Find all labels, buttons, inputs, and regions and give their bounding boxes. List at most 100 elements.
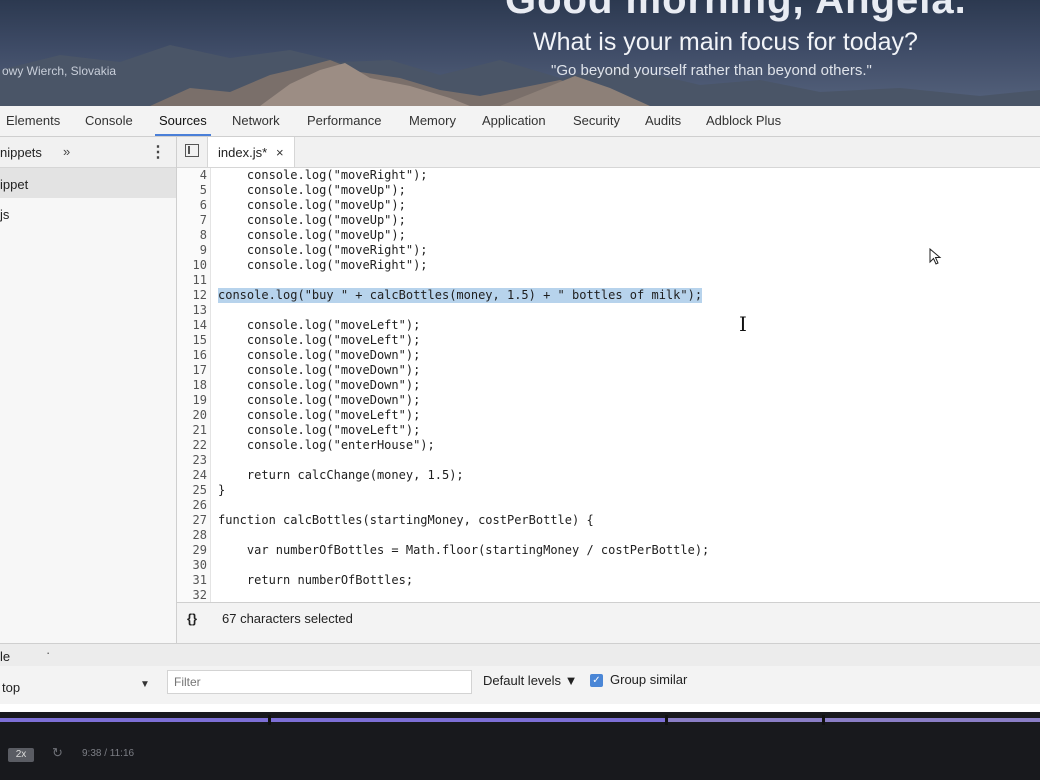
selection-status: 67 characters selected (222, 611, 353, 626)
line-number[interactable]: 32 (177, 588, 207, 602)
line-number[interactable]: 7 (177, 213, 207, 228)
playback-time: 9:38 / 11:16 (82, 748, 135, 759)
code-line[interactable]: 4 console.log("moveRight"); (177, 168, 1040, 183)
code-text: console.log("moveRight"); (218, 243, 428, 257)
code-editor[interactable]: 4 console.log("moveRight"); 5 console.log… (177, 168, 1040, 602)
line-number[interactable]: 13 (177, 303, 207, 318)
tab-performance[interactable]: Performance (307, 113, 381, 128)
log-levels-dropdown[interactable]: Default levels ▼ (483, 673, 578, 688)
playback-speed-button[interactable]: 2x (8, 748, 34, 762)
line-number[interactable]: 12 (177, 288, 207, 303)
tab-security[interactable]: Security (573, 113, 620, 128)
line-number[interactable]: 14 (177, 318, 207, 333)
line-number[interactable]: 8 (177, 228, 207, 243)
line-number[interactable]: 28 (177, 528, 207, 543)
group-similar-checkbox[interactable]: ✓ (590, 674, 603, 687)
code-line[interactable]: 22 console.log("enterHouse"); (177, 438, 1040, 453)
close-tab-icon[interactable]: × (276, 145, 284, 160)
line-number[interactable]: 9 (177, 243, 207, 258)
focus-question: What is your main focus for today? (533, 28, 918, 56)
code-line[interactable]: 21 console.log("moveLeft"); (177, 423, 1040, 438)
code-line[interactable]: 29 var numberOfBottles = Math.floor(star… (177, 543, 1040, 558)
line-number[interactable]: 6 (177, 198, 207, 213)
line-number[interactable]: 22 (177, 438, 207, 453)
more-options-icon[interactable]: ⋮ (150, 142, 166, 162)
line-number[interactable]: 15 (177, 333, 207, 348)
code-line[interactable]: 23 (177, 453, 1040, 468)
line-number[interactable]: 21 (177, 423, 207, 438)
tab-console[interactable]: Console (85, 113, 133, 128)
tab-network[interactable]: Network (232, 113, 280, 128)
code-line[interactable]: 26 (177, 498, 1040, 513)
code-line[interactable]: 6 console.log("moveUp"); (177, 198, 1040, 213)
replay-icon[interactable]: ↻ (52, 745, 63, 761)
line-number[interactable]: 18 (177, 378, 207, 393)
more-tabs-chevron-icon[interactable]: » (63, 144, 70, 159)
code-line[interactable]: 25} (177, 483, 1040, 498)
toggle-navigator-icon[interactable] (185, 144, 199, 157)
code-line[interactable]: 27 function calcBottles(startingMoney, co… (177, 513, 1040, 528)
tab-memory[interactable]: Memory (409, 113, 456, 128)
code-line[interactable]: 12 console.log("buy " + calcBottles(money… (177, 288, 1040, 303)
code-line[interactable]: 16 console.log("moveDown"); (177, 348, 1040, 363)
line-number[interactable]: 29 (177, 543, 207, 558)
code-line[interactable]: 32 (177, 588, 1040, 602)
context-selector[interactable]: top (2, 680, 20, 695)
line-number[interactable]: 31 (177, 573, 207, 588)
code-line[interactable]: 24 return calcChange(money, 1.5); (177, 468, 1040, 483)
tab-console-drawer[interactable]: le (0, 649, 10, 664)
code-text: console.log("moveUp"); (218, 228, 406, 242)
code-text: console.log("enterHouse"); (218, 438, 435, 452)
code-line[interactable]: 18 console.log("moveDown"); (177, 378, 1040, 393)
drawer-dot: · (46, 645, 51, 660)
tab-audits[interactable]: Audits (645, 113, 681, 128)
tab-sources[interactable]: Sources (155, 113, 211, 136)
line-number[interactable]: 11 (177, 273, 207, 288)
line-number[interactable]: 20 (177, 408, 207, 423)
line-number[interactable]: 4 (177, 168, 207, 183)
tab-application[interactable]: Application (482, 113, 546, 128)
code-line[interactable]: 31 return numberOfBottles; (177, 573, 1040, 588)
line-number[interactable]: 23 (177, 453, 207, 468)
code-line[interactable]: 28 (177, 528, 1040, 543)
code-line[interactable]: 13 (177, 303, 1040, 318)
line-number[interactable]: 10 (177, 258, 207, 273)
code-line[interactable]: 20 console.log("moveLeft"); (177, 408, 1040, 423)
code-line[interactable]: 8 console.log("moveUp"); (177, 228, 1040, 243)
line-number[interactable]: 17 (177, 363, 207, 378)
line-number[interactable]: 19 (177, 393, 207, 408)
line-number[interactable]: 5 (177, 183, 207, 198)
line-number[interactable]: 24 (177, 468, 207, 483)
code-line[interactable]: 11 (177, 273, 1040, 288)
code-line[interactable]: 30 (177, 558, 1040, 573)
code-line[interactable]: 14 console.log("moveLeft"); (177, 318, 1040, 333)
tab-adblock-plus[interactable]: Adblock Plus (706, 113, 781, 128)
code-line[interactable]: 5 console.log("moveUp"); (177, 183, 1040, 198)
context-dropdown-icon[interactable]: ▼ (140, 679, 150, 690)
code-line[interactable]: 10 console.log("moveRight"); (177, 258, 1040, 273)
pretty-print-icon[interactable]: {} (187, 611, 197, 626)
navigator-item-snippet[interactable]: ippet (0, 168, 176, 198)
chapter-marker[interactable] (665, 715, 668, 725)
console-filter-input[interactable] (167, 670, 472, 694)
code-line[interactable]: 9 console.log("moveRight"); (177, 243, 1040, 258)
chapter-marker[interactable] (822, 715, 825, 725)
code-line[interactable]: 7 console.log("moveUp"); (177, 213, 1040, 228)
code-line[interactable]: 19 console.log("moveDown"); (177, 393, 1040, 408)
navigator-item-js[interactable]: js (0, 207, 9, 222)
chapter-marker[interactable] (268, 715, 271, 725)
editor-status-bar: {} 67 characters selected (177, 602, 1040, 633)
video-progress-bar[interactable] (0, 715, 1040, 725)
tab-elements[interactable]: Elements (6, 113, 60, 128)
line-number[interactable]: 16 (177, 348, 207, 363)
line-number[interactable]: 25 (177, 483, 207, 498)
photo-location[interactable]: owy Wierch, Slovakia (2, 64, 116, 78)
line-number[interactable]: 30 (177, 558, 207, 573)
file-tab-index-js[interactable]: index.js* × (207, 137, 295, 167)
tab-snippets[interactable]: nippets (0, 145, 42, 160)
line-number[interactable]: 27 (177, 513, 207, 528)
code-line[interactable]: 15 console.log("moveLeft"); (177, 333, 1040, 348)
video-player-bar: 2x ↻ 9:38 / 11:16 (0, 712, 1040, 780)
line-number[interactable]: 26 (177, 498, 207, 513)
code-line[interactable]: 17 console.log("moveDown"); (177, 363, 1040, 378)
